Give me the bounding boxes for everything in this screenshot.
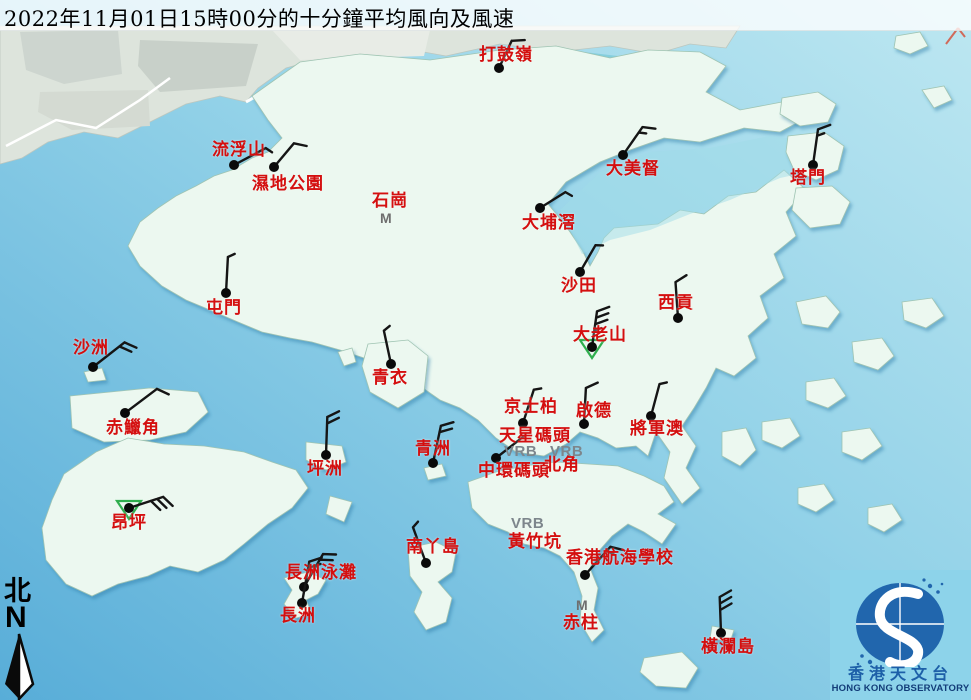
station-dot-tai-po-kau	[535, 203, 545, 213]
station-dot-ngong-ping	[124, 503, 134, 513]
wind-barb-green-island	[433, 422, 453, 463]
station-dot-lau-fau-shan	[229, 160, 239, 170]
wind-barb-sha-chau	[93, 342, 136, 367]
wind-map-screenshot: 打鼓嶺流浮山濕地公園石崗M大美督塔門大埔滘沙田屯門西貢沙洲大老山青衣赤鱲角京士柏…	[0, 0, 971, 700]
wind-barb-layer	[0, 0, 971, 700]
wind-barb-tai-mei-tuk	[623, 127, 655, 155]
station-dot-green-island	[428, 458, 438, 468]
wind-barb-sha-tin	[580, 245, 603, 272]
station-dot-hk-sea-school	[580, 570, 590, 580]
station-dot-sha-tin	[575, 267, 585, 277]
station-dot-kai-tak	[579, 419, 589, 429]
station-dot-sha-chau	[88, 362, 98, 372]
wind-barb-tsing-yi	[384, 326, 391, 364]
hko-logo-chinese-name: 香港天文台	[830, 666, 971, 682]
wind-barb-wetland-park	[274, 143, 307, 167]
station-dot-lamma-island	[421, 558, 431, 568]
north-compass: 北 N	[2, 578, 42, 700]
hko-logo: 香港天文台 HONG KONG OBSERVATORY	[830, 570, 971, 700]
wind-barb-cheung-chau	[302, 558, 322, 603]
wind-barb-tseung-kwan-o	[651, 382, 667, 416]
wind-barb-peng-chau	[326, 411, 339, 455]
title-bar: 2022年11月01日15時00分的十分鐘平均風向及風速	[0, 0, 971, 31]
station-dot-ta-kwu-ling	[494, 63, 504, 73]
station-dot-wetland-park	[269, 162, 279, 172]
wind-barb-lamma-island	[413, 522, 426, 563]
wind-barb-kai-tak	[584, 383, 598, 424]
station-dot-cheung-chau	[297, 598, 307, 608]
station-dot-tsing-yi	[386, 359, 396, 369]
wind-barb-central-pier	[496, 436, 524, 458]
map-title: 2022年11月01日15時00分的十分鐘平均風向及風速	[4, 3, 514, 33]
station-dot-central-pier	[491, 453, 501, 463]
wind-barb-kings-park	[523, 388, 541, 423]
wind-barb-lau-fau-shan	[234, 148, 272, 165]
station-dot-tates-cairn	[587, 342, 597, 352]
wind-barb-sai-kung	[676, 275, 687, 318]
station-dot-tuen-mun	[221, 288, 231, 298]
hko-logo-icon	[830, 572, 971, 667]
station-dot-tap-mun	[808, 160, 818, 170]
wind-barb-tuen-mun	[226, 254, 235, 293]
compass-letter-n: N	[5, 603, 27, 633]
station-dot-waglan-island	[716, 628, 726, 638]
wind-barb-hk-sea-school	[585, 547, 623, 575]
wind-barb-chek-lap-kok	[125, 389, 169, 413]
station-dot-peng-chau	[321, 450, 331, 460]
station-dot-tseung-kwan-o	[646, 411, 656, 421]
station-dot-kings-park	[518, 418, 528, 428]
compass-arrow-icon	[2, 632, 42, 700]
station-dot-tai-mei-tuk	[618, 150, 628, 160]
wind-barb-tap-mun	[813, 125, 830, 165]
wind-barb-tai-po-kau	[540, 192, 572, 208]
station-dot-chek-lap-kok	[120, 408, 130, 418]
station-dot-sai-kung	[673, 313, 683, 323]
wind-barb-waglan-island	[720, 591, 732, 634]
wind-barb-ta-kwu-ling	[499, 40, 525, 68]
hko-logo-english-name: HONG KONG OBSERVATORY	[830, 684, 971, 694]
